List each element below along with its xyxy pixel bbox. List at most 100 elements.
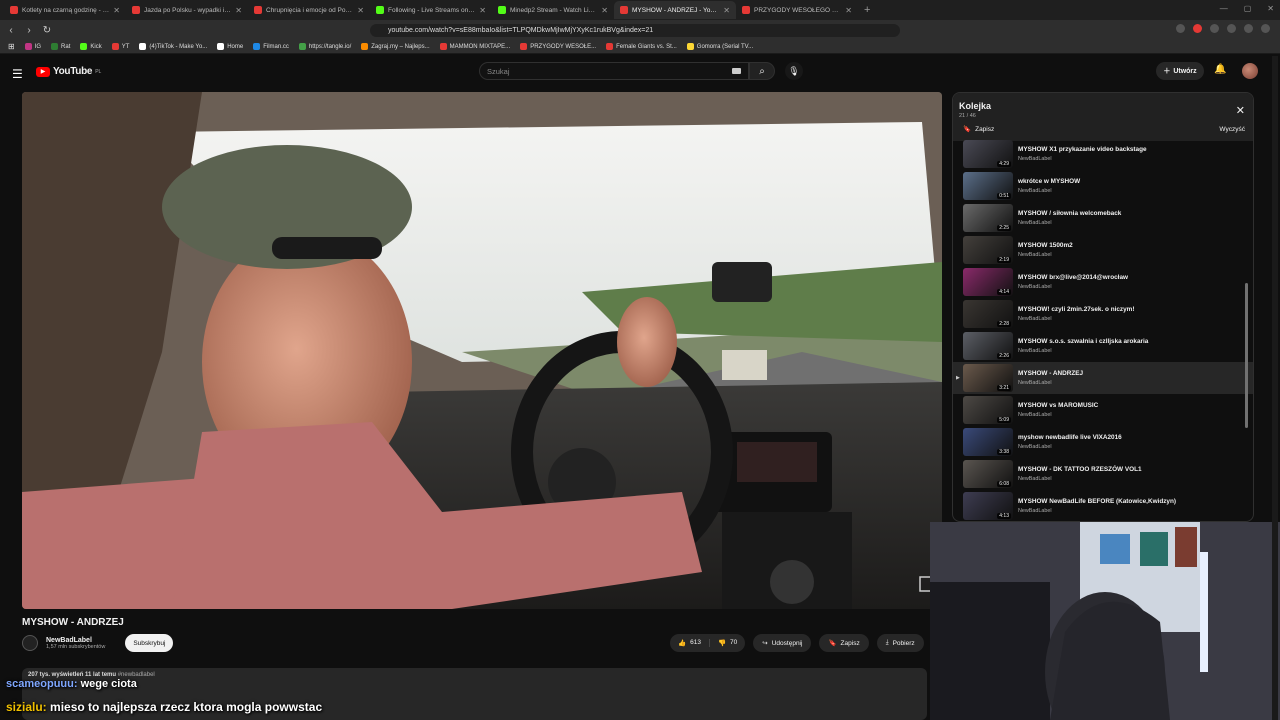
queue-save-button[interactable]: 🔖 Zapisz: [963, 125, 994, 134]
bookmark-item[interactable]: Female Giants vs. St...: [606, 43, 677, 50]
browser-tab[interactable]: Jazda po Polsku - wypadki i kolizje ✕: [126, 1, 248, 19]
queue-thumbnail[interactable]: 2:25: [963, 204, 1013, 232]
tab-close-icon[interactable]: ✕: [113, 6, 120, 15]
queue-thumbnail[interactable]: 4:14: [963, 268, 1013, 296]
url-field[interactable]: youtube.com/watch?v=sE88mbaIo&list=TLPQM…: [370, 24, 900, 37]
dislike-button[interactable]: 👎 70: [708, 639, 745, 647]
queue-item[interactable]: 0:51 wkrótce w MYSHOW NewBadLabel: [953, 170, 1253, 202]
extension-icon[interactable]: [1193, 24, 1202, 33]
browser-tab[interactable]: Following - Live Streams on Kick ✕: [370, 1, 492, 19]
bookmark-item[interactable]: Zagraj.my – Najleps...: [361, 43, 430, 50]
bookmark-item[interactable]: Kick: [80, 43, 102, 50]
close-icon[interactable]: ✕: [1236, 104, 1245, 117]
queue-thumbnail[interactable]: 2:26: [963, 332, 1013, 360]
queue-thumbnail[interactable]: 4:13: [963, 492, 1013, 520]
page-scrollbar[interactable]: [1272, 56, 1278, 720]
browser-tab[interactable]: Kotlety na czarną godzinę - mogą st ✕: [4, 1, 126, 19]
extension-icon[interactable]: [1244, 24, 1253, 33]
youtube-logo[interactable]: ▶ YouTube PL: [36, 66, 101, 77]
bookmark-item[interactable]: YT: [111, 43, 129, 50]
share-button[interactable]: ↪ Udostępnij: [753, 634, 812, 652]
bookmark-favicon-icon: [253, 43, 261, 50]
bookmark-item[interactable]: IG: [24, 43, 41, 50]
queue-thumbnail[interactable]: 5:09: [963, 396, 1013, 424]
browser-tab[interactable]: MYSHOW - ANDRZEJ - YouTube ✕: [614, 1, 736, 19]
save-button[interactable]: 🔖 Zapisz: [819, 634, 869, 652]
bookmark-item[interactable]: PRZYGODY WESOŁE...: [520, 43, 596, 50]
queue-title: Kolejka: [959, 101, 992, 111]
new-tab-button[interactable]: +: [864, 4, 870, 16]
queue-thumbnail[interactable]: 3:21: [963, 364, 1013, 392]
queue-item[interactable]: 2:28 MYSHOW! czyli 2min.27sek. o niczym! N…: [953, 298, 1253, 330]
queue-thumbnail[interactable]: 6:08: [963, 460, 1013, 488]
queue-item[interactable]: 4:13 MYSHOW NewBadLife BEFORE (Katowice,K…: [953, 490, 1253, 521]
tab-close-icon[interactable]: ✕: [479, 6, 486, 15]
now-playing-icon: ▶: [956, 375, 960, 381]
queue-item-channel: NewBadLabel: [1018, 252, 1052, 258]
bookmark-item[interactable]: Gomorra (Serial TV...: [686, 43, 753, 50]
queue-item[interactable]: 4:29 MYSHOW X1 przykazanie video backstag…: [953, 138, 1253, 170]
notifications-bell-icon[interactable]: 🔔: [1214, 64, 1226, 75]
bookmark-favicon-icon: [111, 43, 119, 50]
create-button[interactable]: ＋ Utwórz: [1156, 62, 1204, 80]
back-icon[interactable]: ‹: [4, 25, 18, 36]
extension-icon[interactable]: [1227, 24, 1236, 33]
queue-item[interactable]: 5:09 MYSHOW vs MAROMUSIC NewBadLabel: [953, 394, 1253, 426]
queue-thumbnail[interactable]: 4:29: [963, 140, 1013, 168]
browser-tab[interactable]: PRZYGODY WESOŁEGO MAZURA wi✕: [736, 1, 858, 19]
minimize-icon[interactable]: —: [1220, 4, 1228, 13]
search-button[interactable]: ⌕: [749, 62, 775, 80]
queue-item[interactable]: 2:19 MYSHOW 1500m2 NewBadLabel: [953, 234, 1253, 266]
maximize-icon[interactable]: ▢: [1244, 4, 1252, 13]
bookmark-label: PRZYGODY WESOŁE...: [530, 43, 597, 50]
channel-name[interactable]: NewBadLabel: [46, 637, 105, 644]
like-button[interactable]: 👍 613: [670, 639, 709, 647]
menu-icon[interactable]: [1261, 24, 1270, 33]
queue-thumbnail[interactable]: 0:51: [963, 172, 1013, 200]
tab-close-icon[interactable]: ✕: [723, 6, 730, 15]
tab-close-icon[interactable]: ✕: [601, 6, 608, 15]
queue-thumbnail[interactable]: 2:19: [963, 236, 1013, 264]
queue-item[interactable]: 2:26 MYSHOW s.o.s. szwalnia i czlljska ar…: [953, 330, 1253, 362]
extension-icon[interactable]: [1176, 24, 1185, 33]
reload-icon[interactable]: ↻: [40, 25, 54, 36]
tab-close-icon[interactable]: ✕: [357, 6, 364, 15]
queue-thumbnail[interactable]: 2:28: [963, 300, 1013, 328]
subscribe-button[interactable]: Subskrybuj: [125, 634, 174, 652]
queue-item[interactable]: 4:14 MYSHOW brx@live@2014@wrocław NewBadLa…: [953, 266, 1253, 298]
browser-tab[interactable]: Minedp2 Stream - Watch Live on Ki ✕: [492, 1, 614, 19]
bookmark-item[interactable]: (4)TikTok - Make Yo...: [139, 43, 207, 50]
queue-item[interactable]: 3:38 myshow newbadlife live VIXA2016 NewBa…: [953, 426, 1253, 458]
logo-region: PL: [95, 68, 102, 75]
queue-item[interactable]: ▶ 3:21 MYSHOW - ANDRZEJ NewBadLabel: [953, 362, 1253, 394]
share-label: Udostępnij: [771, 639, 803, 647]
forward-icon[interactable]: ›: [22, 25, 36, 36]
queue-item[interactable]: 6:08 MYSHOW - DK TATTOO RZESZÓW VOL1 NewBa…: [953, 458, 1253, 490]
apps-grid-icon[interactable]: ⊞: [8, 42, 15, 51]
close-window-icon[interactable]: ✕: [1267, 4, 1274, 13]
channel-avatar[interactable]: [22, 635, 38, 651]
queue-thumbnail[interactable]: 3:38: [963, 428, 1013, 456]
video-player[interactable]: [22, 92, 942, 609]
bookmark-item[interactable]: MAMMON MIXTAPE...: [439, 43, 510, 50]
queue-scrollbar[interactable]: [1245, 143, 1249, 513]
thumbs-down-icon: 👎: [717, 640, 727, 647]
search-input[interactable]: Szukaj: [479, 62, 749, 80]
tab-close-icon[interactable]: ✕: [235, 6, 242, 15]
bookmark-item[interactable]: Filman.cc: [253, 43, 289, 50]
duration-badge: 0:51: [997, 193, 1011, 199]
tab-close-icon[interactable]: ✕: [845, 6, 852, 15]
extension-icon[interactable]: [1210, 24, 1219, 33]
download-button[interactable]: ⤓ Pobierz: [876, 634, 924, 652]
bookmark-item[interactable]: https://tangle.io/: [298, 43, 351, 50]
queue-clear-button[interactable]: Wyczyść: [1219, 126, 1245, 133]
avatar[interactable]: [1242, 63, 1258, 79]
voice-search-button[interactable]: 🎙: [785, 62, 803, 80]
queue-item[interactable]: 2:25 MYSHOW / siłownia welcomeback NewBadL…: [953, 202, 1253, 234]
menu-hamburger-icon[interactable]: ☰: [12, 67, 23, 81]
keyboard-icon[interactable]: [732, 68, 741, 74]
bookmark-item[interactable]: Home: [217, 43, 243, 50]
scrollbar-thumb[interactable]: [1245, 283, 1248, 428]
bookmark-item[interactable]: Rat: [51, 43, 70, 50]
browser-tab[interactable]: Chrupnięcia i emocje od Polny ✕: [248, 1, 370, 19]
